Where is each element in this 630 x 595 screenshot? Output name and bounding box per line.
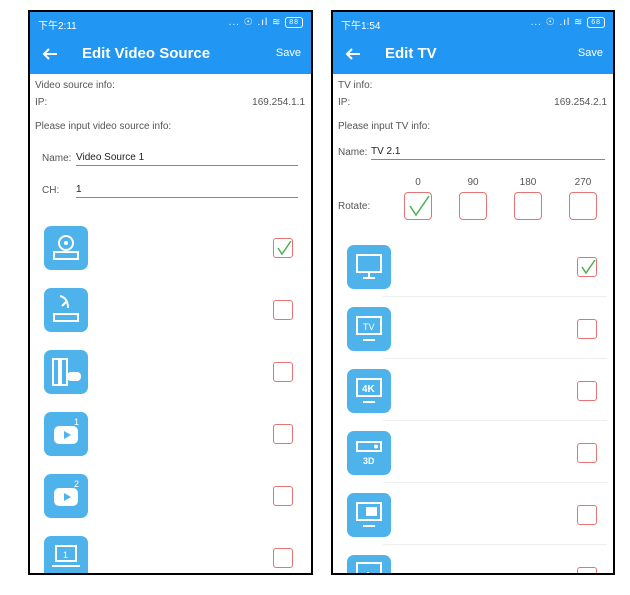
page-title: Edit Video Source xyxy=(82,45,211,62)
page-title: Edit TV xyxy=(385,45,437,62)
info-heading: Video source info: xyxy=(35,80,115,91)
edit-video-source-screen: 下午2:11 ... ☉ .ıl ≋ 88 Edit Video Source … xyxy=(28,10,313,575)
checkbox[interactable] xyxy=(273,424,293,444)
form-content: Video source info: IP: 169.254.1.1 Pleas… xyxy=(30,74,311,573)
svg-text:1: 1 xyxy=(63,550,68,560)
list-item[interactable] xyxy=(30,226,311,288)
list-item[interactable] xyxy=(333,235,613,297)
signal-wifi-icons: ... ☉ .ıl ≋ xyxy=(530,17,584,29)
checkbox[interactable] xyxy=(577,443,597,463)
checkbox[interactable] xyxy=(273,548,293,568)
checkbox[interactable] xyxy=(577,257,597,277)
app-bar: Edit Video Source Save xyxy=(30,34,311,74)
list-item[interactable]: 1 xyxy=(30,412,311,474)
list-item[interactable] xyxy=(333,483,613,545)
checkbox[interactable] xyxy=(273,300,293,320)
rotate-270-checkbox[interactable] xyxy=(569,192,597,220)
app-bar: Edit TV Save xyxy=(333,34,613,74)
checkbox[interactable] xyxy=(577,319,597,339)
tv-icon: TV xyxy=(347,307,391,351)
laptop-icon: 1 xyxy=(44,536,88,573)
checkbox[interactable] xyxy=(273,486,293,506)
name-label: Name: xyxy=(42,153,72,164)
name-input[interactable]: Video Source 1 xyxy=(76,152,298,166)
3d-projector-icon: 3D xyxy=(347,431,391,475)
list-item[interactable]: 3D xyxy=(333,421,613,483)
status-time: 下午2:11 xyxy=(38,21,77,32)
svg-text:4K: 4K xyxy=(362,384,376,395)
4k-tv-icon: 4K xyxy=(347,369,391,413)
edit-tv-screen: 下午1:54 ... ☉ .ıl ≋ 68 Edit TV Save TV in… xyxy=(331,10,615,575)
list-item[interactable]: TV xyxy=(333,297,613,359)
media-player-1-icon: 1 xyxy=(44,412,88,456)
checkbox[interactable] xyxy=(577,505,597,525)
rotate-0-checkbox[interactable] xyxy=(404,192,432,220)
satellite-receiver-icon xyxy=(44,288,88,332)
list-item[interactable]: 1 xyxy=(30,536,311,573)
rotate-option-label: 180 xyxy=(519,177,537,188)
ip-label: IP: xyxy=(338,97,351,108)
rotate-90-checkbox[interactable] xyxy=(459,192,487,220)
list-item[interactable] xyxy=(30,350,311,412)
list-item[interactable]: 4K xyxy=(333,359,613,421)
name-label: Name: xyxy=(338,147,368,158)
status-bar: 下午1:54 ... ☉ .ıl ≋ 68 xyxy=(333,12,613,34)
ip-value: 169.254.2.1 xyxy=(554,97,607,108)
battery-icon: 68 xyxy=(587,17,605,28)
media-player-2-icon: 2 xyxy=(44,474,88,518)
form-content: TV info: IP: 169.254.2.1 Please input TV… xyxy=(333,74,613,573)
status-bar: 下午2:11 ... ☉ .ıl ≋ 88 xyxy=(30,12,311,34)
rotate-180-checkbox[interactable] xyxy=(514,192,542,220)
name-input[interactable]: TV 2.1 xyxy=(371,146,605,160)
ip-label: IP: xyxy=(35,97,48,108)
svg-text:2: 2 xyxy=(74,479,79,489)
info-heading: TV info: xyxy=(338,80,373,91)
text-display-icon: A xyxy=(347,555,391,575)
list-item[interactable] xyxy=(30,288,311,350)
checkbox[interactable] xyxy=(273,238,293,258)
list-item[interactable]: 2 xyxy=(30,474,311,536)
status-icons: ... ☉ .ıl ≋ 68 xyxy=(531,17,605,28)
save-button[interactable]: Save xyxy=(578,47,603,59)
ch-input[interactable]: 1 xyxy=(76,184,298,198)
rotate-option-label: 270 xyxy=(574,177,592,188)
rotate-option-label: 90 xyxy=(467,177,479,188)
ch-label: CH: xyxy=(42,185,60,196)
battery-icon: 88 xyxy=(285,17,303,28)
game-console-icon xyxy=(44,350,88,394)
svg-text:A: A xyxy=(363,569,373,575)
multi-screen-monitor-icon xyxy=(347,493,391,537)
checkbox[interactable] xyxy=(577,567,597,573)
checkbox[interactable] xyxy=(577,381,597,401)
dvd-player-icon xyxy=(44,226,88,270)
input-prompt: Please input TV info: xyxy=(338,121,431,132)
save-button[interactable]: Save xyxy=(276,47,301,59)
list-item[interactable]: A xyxy=(333,545,613,575)
status-time: 下午1:54 xyxy=(341,21,381,32)
svg-text:TV: TV xyxy=(363,322,375,332)
back-arrow-icon[interactable] xyxy=(40,44,60,64)
checkbox[interactable] xyxy=(273,362,293,382)
input-prompt: Please input video source info: xyxy=(35,121,172,132)
rotate-option-label: 0 xyxy=(415,177,421,188)
svg-text:1: 1 xyxy=(74,417,79,427)
signal-wifi-icons: ... ☉ .ıl ≋ xyxy=(228,17,282,29)
svg-text:3D: 3D xyxy=(363,456,375,466)
monitor-icon xyxy=(347,245,391,289)
ip-value: 169.254.1.1 xyxy=(252,97,305,108)
rotate-label: Rotate: xyxy=(338,201,371,212)
back-arrow-icon[interactable] xyxy=(343,44,363,64)
status-icons: ... ☉ .ıl ≋ 88 xyxy=(229,17,303,28)
